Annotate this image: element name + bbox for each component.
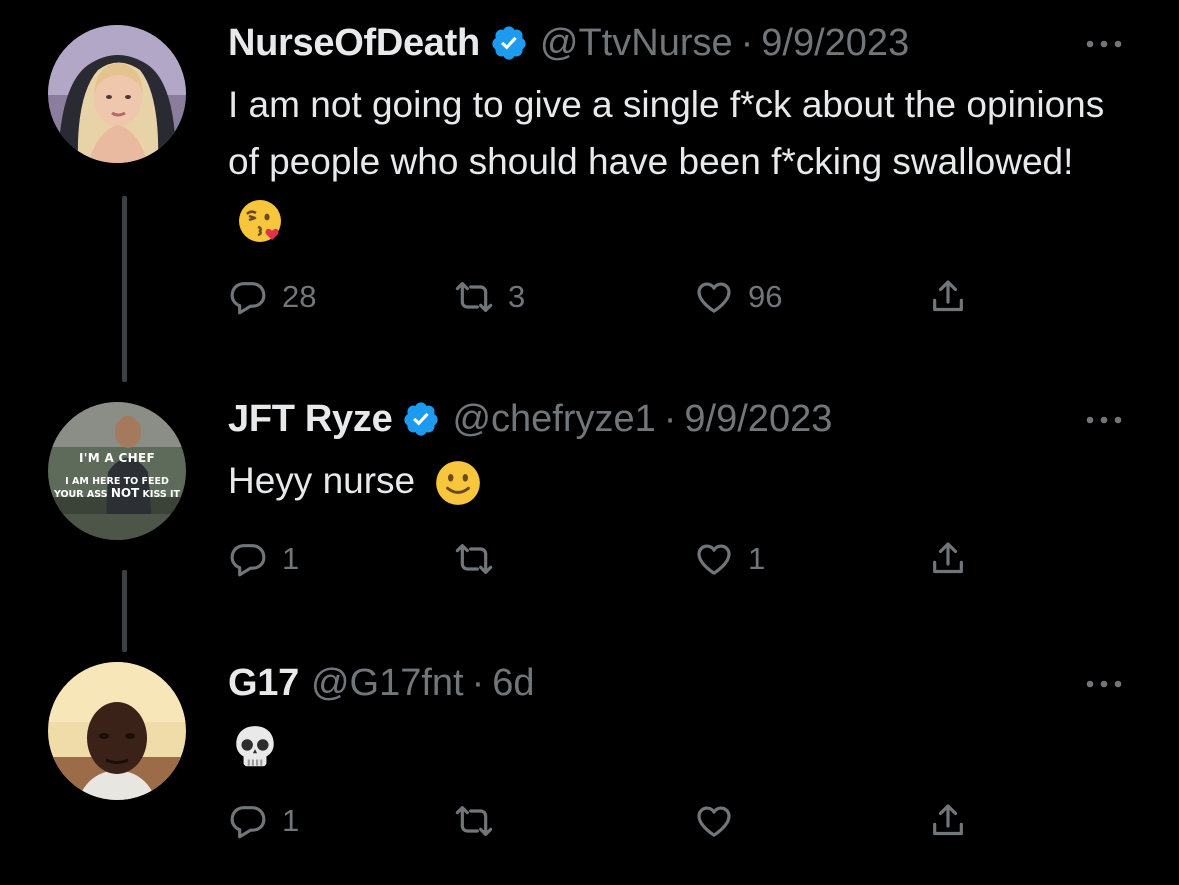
reply-button[interactable]: 1 bbox=[228, 798, 299, 844]
retweet-icon bbox=[455, 544, 493, 574]
tweet-text bbox=[228, 716, 1128, 773]
thread-connector bbox=[122, 570, 127, 652]
reply-button[interactable]: 28 bbox=[228, 274, 316, 320]
user-handle[interactable]: @chefryze1 bbox=[452, 398, 655, 441]
separator-dot: · bbox=[663, 397, 677, 440]
tweet-actions: 1 1 bbox=[228, 536, 988, 582]
retweet-icon bbox=[455, 806, 493, 836]
tweet-2[interactable]: I'M A CHEF I AM HERE TO FEED YOUR ASS NO… bbox=[0, 390, 1179, 652]
skull-emoji bbox=[236, 726, 274, 767]
reply-count: 28 bbox=[282, 279, 317, 314]
user-handle[interactable]: @G17fnt bbox=[311, 662, 464, 705]
timestamp[interactable]: 6d bbox=[492, 662, 534, 705]
retweet-icon bbox=[455, 282, 493, 312]
avatar-caption-3: YOUR ASS NOT KISS IT bbox=[53, 485, 181, 500]
reply-count: 1 bbox=[282, 803, 300, 838]
share-icon bbox=[933, 280, 963, 312]
avatar-caption-1: I'M A CHEF bbox=[79, 451, 155, 465]
timestamp[interactable]: 9/9/2023 bbox=[684, 398, 832, 441]
more-options-icon[interactable] bbox=[1081, 34, 1127, 54]
kissing-face-with-heart-emoji bbox=[239, 200, 281, 243]
display-name[interactable]: NurseOfDeath bbox=[228, 22, 480, 65]
heart-icon bbox=[697, 806, 731, 837]
more-options-icon[interactable] bbox=[1081, 410, 1127, 430]
verified-badge-icon bbox=[492, 26, 526, 60]
tweet-3[interactable]: G17 @G17fnt · 6d 1 bbox=[0, 652, 1179, 885]
like-count: 1 bbox=[748, 541, 766, 576]
share-icon bbox=[933, 542, 963, 574]
share-button[interactable] bbox=[928, 536, 968, 582]
tweet-text: I am not going to give a single f*ck abo… bbox=[228, 76, 1128, 247]
share-button[interactable] bbox=[928, 274, 968, 320]
avatar[interactable]: I'M A CHEF I AM HERE TO FEED YOUR ASS NO… bbox=[48, 402, 186, 540]
heart-icon bbox=[697, 544, 731, 575]
avatar[interactable] bbox=[48, 662, 186, 800]
like-button[interactable]: 1 bbox=[694, 536, 765, 582]
retweet-button[interactable] bbox=[454, 798, 508, 844]
display-name[interactable]: G17 bbox=[228, 662, 299, 705]
share-button[interactable] bbox=[928, 798, 968, 844]
share-icon bbox=[933, 804, 963, 836]
slightly-smiling-face-emoji bbox=[436, 461, 481, 506]
reply-button[interactable]: 1 bbox=[228, 536, 299, 582]
more-options-icon[interactable] bbox=[1081, 674, 1127, 694]
heart-icon bbox=[697, 282, 731, 313]
like-button[interactable] bbox=[694, 798, 748, 844]
retweet-button[interactable] bbox=[454, 536, 508, 582]
tweet-body: I am not going to give a single f*ck abo… bbox=[228, 84, 1105, 182]
tweet-1[interactable]: NurseOfDeath @TtvNurse · 9/9/2023 I am n… bbox=[0, 0, 1179, 390]
reply-icon bbox=[230, 544, 266, 577]
separator-dot: · bbox=[740, 21, 754, 64]
tweet-actions: 28 3 96 bbox=[228, 274, 988, 320]
separator-dot: · bbox=[471, 661, 485, 704]
timestamp[interactable]: 9/9/2023 bbox=[761, 22, 909, 65]
avatar[interactable] bbox=[48, 25, 186, 163]
retweet-count: 3 bbox=[508, 279, 526, 314]
user-handle[interactable]: @TtvNurse bbox=[540, 22, 733, 65]
like-button[interactable]: 96 bbox=[694, 274, 782, 320]
retweet-button[interactable]: 3 bbox=[454, 274, 525, 320]
tweet-text: Heyy nurse bbox=[228, 452, 1128, 509]
reply-icon bbox=[230, 806, 266, 839]
reply-count: 1 bbox=[282, 541, 300, 576]
like-count: 96 bbox=[748, 279, 783, 314]
tweet-body: Heyy nurse bbox=[228, 460, 416, 501]
reply-icon bbox=[230, 282, 266, 315]
thread-connector bbox=[122, 196, 127, 382]
display-name[interactable]: JFT Ryze bbox=[228, 398, 393, 441]
verified-badge-icon bbox=[404, 402, 439, 436]
tweet-actions: 1 bbox=[228, 798, 988, 844]
